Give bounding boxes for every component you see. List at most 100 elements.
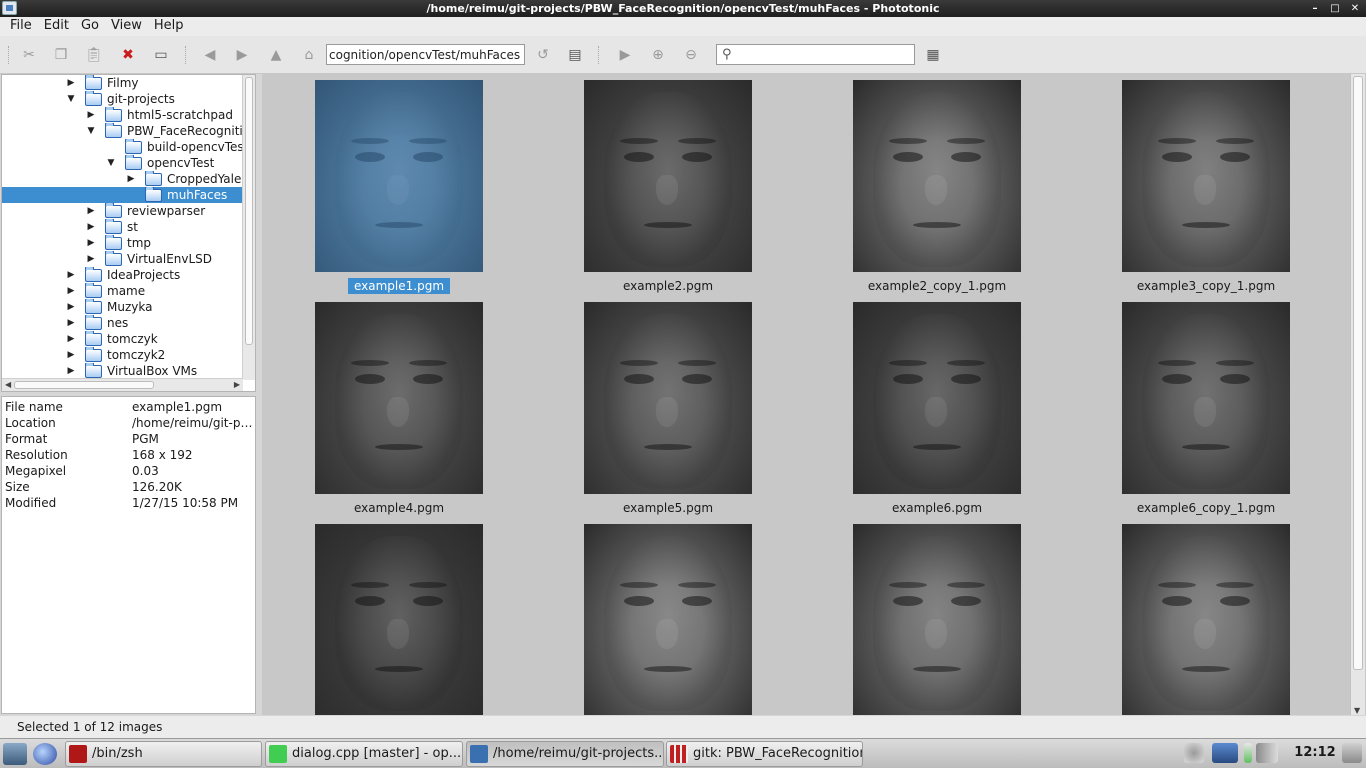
settings-tray-icon[interactable] <box>1184 743 1204 763</box>
thumbnail-item[interactable]: example6_copy_1.pgm <box>1081 302 1331 522</box>
cut-icon[interactable]: ✂ <box>18 45 40 65</box>
clock[interactable]: 12:12 <box>1292 739 1338 767</box>
zoom-out-icon[interactable]: ⊖ <box>680 45 702 65</box>
task-phototonic[interactable]: /home/reimu/git-projects... <box>466 741 664 767</box>
battery-icon[interactable] <box>1244 743 1252 763</box>
expand-arrow-icon[interactable]: ▶ <box>86 235 96 251</box>
back-icon[interactable]: ◀ <box>199 45 221 65</box>
tree-item-filmy[interactable]: ▶ Filmy <box>2 75 242 91</box>
tree-item-croppedyale[interactable]: ▶ CroppedYale <box>2 171 242 187</box>
network-icon[interactable] <box>1212 743 1238 763</box>
tree-item-opencvtest[interactable]: ▼ opencvTest <box>2 155 242 171</box>
thumbnail-image[interactable] <box>584 80 752 272</box>
rename-icon[interactable]: ▭ <box>150 45 172 65</box>
delete-icon[interactable]: ✖ <box>117 45 139 65</box>
zoom-in-icon[interactable]: ⊕ <box>647 45 669 65</box>
tree-item-tomczyk[interactable]: ▶ tomczyk <box>2 331 242 347</box>
tree-item-tomczyk2[interactable]: ▶ tomczyk2 <box>2 347 242 363</box>
expand-arrow-icon[interactable]: ▶ <box>66 75 76 91</box>
minimize-icon[interactable]: – <box>1308 0 1322 17</box>
expand-arrow-icon[interactable]: ▶ <box>86 107 96 123</box>
thumbnail-image[interactable] <box>584 524 752 715</box>
thumbnail-image[interactable] <box>853 302 1021 494</box>
thumbnail-image[interactable] <box>315 524 483 715</box>
scroll-left-icon[interactable]: ◀ <box>5 380 11 389</box>
expand-arrow-icon[interactable]: ▶ <box>66 315 76 331</box>
task-gitk[interactable]: gitk: PBW_FaceRecognition <box>666 741 863 767</box>
thumbnail-image[interactable] <box>315 302 483 494</box>
tree-item-tmp[interactable]: ▶ tmp <box>2 235 242 251</box>
scroll-down-icon[interactable]: ▼ <box>1354 706 1360 715</box>
tree-item-build-opencvtest[interactable]: build-opencvTest <box>2 139 242 155</box>
tree-item-git-projects[interactable]: ▼ git-projects <box>2 91 242 107</box>
thumbnail-view-icon[interactable]: ▤ <box>564 45 586 65</box>
menu-view[interactable]: View <box>105 17 148 36</box>
expand-arrow-icon[interactable]: ▶ <box>66 267 76 283</box>
thumbnail-item[interactable]: example4.pgm <box>274 302 524 522</box>
up-icon[interactable]: ▲ <box>265 45 287 65</box>
tree-item-mame[interactable]: ▶ mame <box>2 283 242 299</box>
collapse-arrow-icon[interactable]: ▼ <box>106 155 116 171</box>
thumbnail-item[interactable]: example3_copy_1.pgm <box>1081 80 1331 300</box>
app-icon[interactable] <box>2 1 17 15</box>
menu-help[interactable]: Help <box>148 17 190 36</box>
task-qtcreator[interactable]: dialog.cpp [master] - op... <box>265 741 463 767</box>
thumbnail-item[interactable] <box>543 524 793 715</box>
thumbnail-item[interactable]: example6.pgm <box>812 302 1062 522</box>
maximize-icon[interactable]: □ <box>1328 0 1342 17</box>
paste-icon[interactable]: 📋︎ <box>83 45 105 65</box>
thumbnail-image[interactable] <box>1122 80 1290 272</box>
copy-icon[interactable]: ❐ <box>50 45 72 65</box>
tree-item-nes[interactable]: ▶ nes <box>2 315 242 331</box>
expand-arrow-icon[interactable]: ▶ <box>86 251 96 267</box>
tree-vertical-scrollbar[interactable] <box>242 75 255 380</box>
collapse-arrow-icon[interactable]: ▼ <box>66 91 76 107</box>
expand-arrow-icon[interactable]: ▶ <box>126 171 136 187</box>
scroll-right-icon[interactable]: ▶ <box>234 380 240 389</box>
volume-icon[interactable] <box>1256 743 1278 763</box>
search-input[interactable] <box>739 46 911 63</box>
tree-item-pbw-facerecognition[interactable]: ▼ PBW_FaceRecognition <box>2 123 242 139</box>
expand-arrow-icon[interactable]: ▶ <box>86 203 96 219</box>
expand-arrow-icon[interactable]: ▶ <box>66 347 76 363</box>
tree-item-muhfaces[interactable]: muhFaces <box>2 187 242 203</box>
menu-edit[interactable]: Edit <box>38 17 75 36</box>
close-icon[interactable]: ✕ <box>1348 0 1362 17</box>
tree-item-virtualenvlsd[interactable]: ▶ VirtualEnvLSD <box>2 251 242 267</box>
thumbnail-image[interactable] <box>1122 302 1290 494</box>
thumbnail-item[interactable] <box>812 524 1062 715</box>
menu-go[interactable]: Go <box>75 17 105 36</box>
tree-horizontal-scrollbar[interactable]: ◀ ▶ <box>2 378 243 391</box>
menu-file[interactable]: File <box>4 17 38 36</box>
thumbnail-image[interactable] <box>1122 524 1290 715</box>
tree-item-muzyka[interactable]: ▶ Muzyka <box>2 299 242 315</box>
thumbnail-item[interactable] <box>274 524 524 715</box>
thumbnail-item[interactable]: example5.pgm <box>543 302 793 522</box>
forward-icon[interactable]: ▶ <box>231 45 253 65</box>
tree-item-virtualbox-vms[interactable]: ▶ VirtualBox VMs <box>2 363 242 379</box>
thumbnail-item[interactable] <box>1081 524 1331 715</box>
tree-item-reviewparser[interactable]: ▶ reviewparser <box>2 203 242 219</box>
tree-item-html5-scratchpad[interactable]: ▶ html5-scratchpad <box>2 107 242 123</box>
scrollbar-thumb[interactable] <box>245 77 253 345</box>
refresh-icon[interactable]: ↺ <box>532 45 554 65</box>
expand-arrow-icon[interactable]: ▶ <box>66 363 76 379</box>
scrollbar-thumb[interactable] <box>1353 76 1363 670</box>
thumbnail-item[interactable]: example2.pgm <box>543 80 793 300</box>
logout-icon[interactable] <box>1342 743 1362 763</box>
collapse-arrow-icon[interactable]: ▼ <box>86 123 96 139</box>
expand-arrow-icon[interactable]: ▶ <box>86 219 96 235</box>
tree-item-ideaprojects[interactable]: ▶ IdeaProjects <box>2 267 242 283</box>
thumbnail-image[interactable] <box>853 80 1021 272</box>
scrollbar-thumb[interactable] <box>14 381 154 389</box>
thumbnail-image[interactable] <box>584 302 752 494</box>
thumbnail-image[interactable] <box>315 80 483 272</box>
thumbnail-image[interactable] <box>853 524 1021 715</box>
browser-icon[interactable] <box>33 743 57 765</box>
tree-item-st[interactable]: ▶ st <box>2 219 242 235</box>
thumbnail-item[interactable]: example1.pgm <box>274 80 524 300</box>
expand-arrow-icon[interactable]: ▶ <box>66 331 76 347</box>
thumbnail-item[interactable]: example2_copy_1.pgm <box>812 80 1062 300</box>
path-input[interactable] <box>326 44 525 65</box>
settings-icon[interactable]: ▦ <box>922 45 944 65</box>
